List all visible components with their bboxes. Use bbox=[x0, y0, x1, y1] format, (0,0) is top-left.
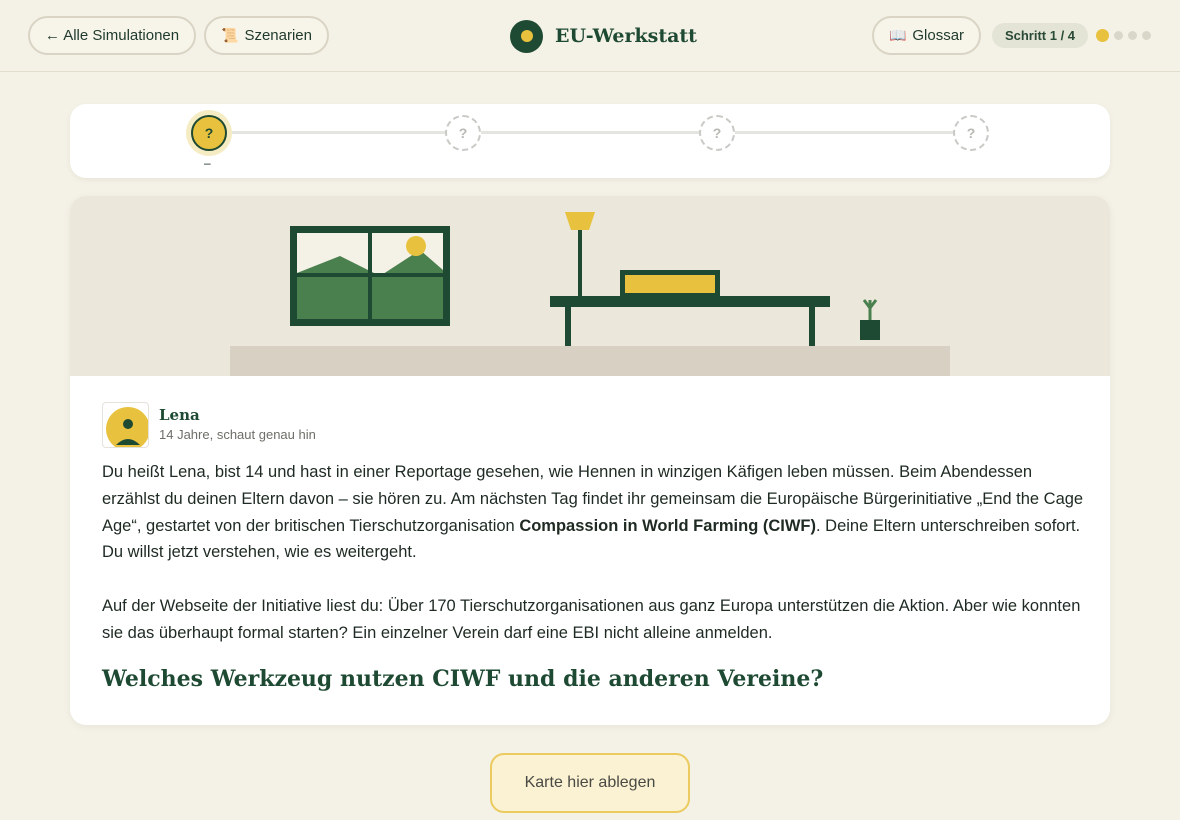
step-node-3: ? bbox=[699, 115, 735, 151]
story-paragraph-2: Auf der Webseite der Initiative liest du… bbox=[102, 597, 1081, 642]
question-heading: Welches Werkzeug nutzen CIWF und die and… bbox=[102, 666, 824, 692]
story-text: Du heißt Lena, bist 14 und hast in einer… bbox=[102, 459, 1087, 674]
step-node-label: – bbox=[204, 156, 211, 170]
step-dot bbox=[1142, 31, 1151, 40]
step-node-1[interactable]: ? bbox=[191, 115, 227, 151]
persona: Lena 14 Jahre, schaut genau hin bbox=[102, 402, 316, 448]
step-dot bbox=[1114, 31, 1123, 40]
top-bar: ← Alle Simulationen 📜 Szenarien EU-Werks… bbox=[0, 0, 1180, 72]
step-node-2: ? bbox=[445, 115, 481, 151]
progress-line bbox=[209, 131, 971, 134]
window-icon bbox=[290, 226, 450, 326]
scenarios-button[interactable]: 📜 Szenarien bbox=[204, 16, 329, 55]
progress-card: ? ? ? ? – bbox=[70, 104, 1110, 178]
avatar-icon bbox=[106, 407, 148, 447]
room-illustration bbox=[70, 196, 1110, 376]
brand-logo-icon bbox=[510, 19, 543, 53]
box-icon bbox=[620, 270, 720, 297]
glossary-button[interactable]: 📖 Glossar bbox=[872, 16, 981, 55]
floor bbox=[230, 346, 950, 376]
back-button-label: ← Alle Simulationen bbox=[44, 27, 180, 44]
story-bold-organisation: Compassion in World Farming (CIWF) bbox=[519, 516, 816, 535]
step-dot bbox=[1096, 29, 1109, 42]
step-node-4: ? bbox=[953, 115, 989, 151]
persona-info: Lena 14 Jahre, schaut genau hin bbox=[159, 402, 316, 448]
scroll-icon: 📜 bbox=[221, 27, 239, 43]
avatar bbox=[102, 402, 149, 448]
step-badge: Schritt 1 / 4 bbox=[992, 23, 1088, 48]
story-paragraph-1: Du heißt Lena, bist 14 und hast in einer… bbox=[102, 459, 1087, 566]
persona-subtitle: 14 Jahre, schaut genau hin bbox=[159, 427, 316, 442]
brand-title: EU-Werkstatt bbox=[555, 25, 697, 47]
book-icon: 📖 bbox=[888, 27, 907, 43]
scenarios-button-label: Szenarien bbox=[244, 27, 312, 44]
scenario-card: Lena 14 Jahre, schaut genau hin Du heißt… bbox=[70, 196, 1110, 725]
all-simulations-button[interactable]: ← Alle Simulationen bbox=[28, 16, 196, 55]
glossary-button-label: Glossar bbox=[912, 27, 965, 44]
brand: EU-Werkstatt bbox=[510, 19, 697, 53]
persona-name: Lena bbox=[159, 406, 200, 424]
step-dot bbox=[1128, 31, 1137, 40]
card-drop-zone[interactable]: Karte hier ablegen bbox=[490, 753, 690, 813]
step-dots bbox=[1096, 29, 1151, 42]
